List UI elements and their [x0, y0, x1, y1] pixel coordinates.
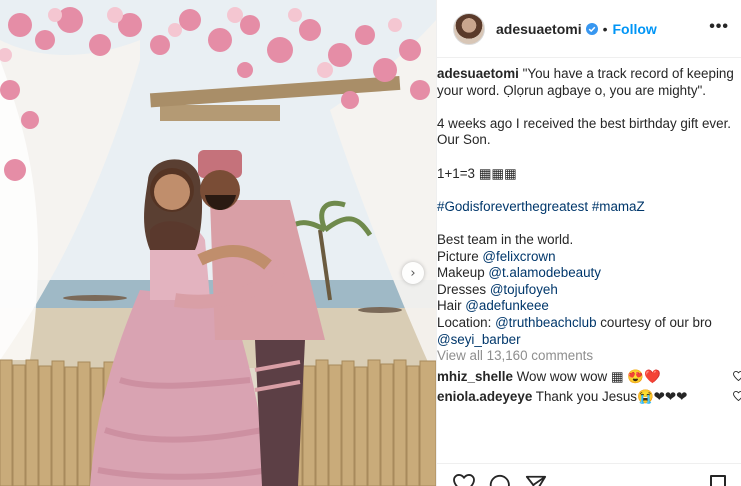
credit-label: Location:	[437, 314, 496, 330]
post-caption: adesuaetomi "You have a track record of …	[437, 58, 741, 406]
credit-label: Hair	[437, 298, 466, 314]
post-header: adesuaetomi • Follow •••	[437, 0, 741, 58]
caption-line-3: 1+1=3 ▦▦▦	[437, 165, 517, 181]
credit-label: Dresses	[437, 281, 490, 297]
credit-label: Picture	[437, 248, 483, 264]
comment-icon[interactable]	[489, 474, 511, 486]
more-options-icon[interactable]: •••	[709, 18, 729, 36]
comment-username[interactable]: eniola.adeyeye	[437, 389, 532, 404]
view-all-comments-link[interactable]: View all 13,160 comments	[437, 348, 741, 365]
avatar[interactable]	[453, 12, 485, 45]
mention-link[interactable]: @tojufoyeh	[490, 282, 558, 297]
credit-suffix: courtesy of our bro	[596, 314, 712, 330]
header-username[interactable]: adesuaetomi	[496, 21, 582, 37]
caption-line-2: 4 weeks ago I received the best birthday…	[437, 115, 732, 148]
post-actions-bar	[437, 463, 741, 486]
carousel-next-button[interactable]: ›	[402, 262, 424, 284]
credit-line: Picture @felixcrown	[437, 249, 741, 266]
credit-line: Location: @truthbeachclub courtesy of ou…	[437, 315, 741, 332]
comment-text: Wow wow wow ▦ 😍❤️	[516, 368, 661, 384]
credit-line: Dresses @tojufoyeh	[437, 282, 741, 299]
chevron-right-icon: ›	[410, 265, 416, 281]
caption-username[interactable]: adesuaetomi	[437, 66, 519, 81]
verified-badge-icon	[585, 22, 598, 35]
mention-link[interactable]: @adefunkeee	[465, 298, 549, 313]
mention-link[interactable]: @t.alamodebeauty	[488, 265, 601, 280]
mention-link[interactable]: @felixcrown	[482, 249, 555, 264]
comment-username[interactable]: mhiz_shelle	[437, 369, 513, 384]
credit-line: Makeup @t.alamodebeauty	[437, 265, 741, 282]
comment-row: eniola.adeyeye Thank you Jesus😭❤❤❤	[437, 389, 741, 406]
comment-row: mhiz_shelle Wow wow wow ▦ 😍❤️	[437, 369, 741, 386]
hashtag-link[interactable]: #mamaZ	[592, 199, 645, 214]
heart-icon[interactable]	[733, 370, 741, 387]
separator-dot: •	[602, 20, 608, 37]
caption-hashtags: #Godisforeverthegreatest #mamaZ	[437, 199, 741, 216]
credit-line: @seyi_barber	[437, 332, 741, 349]
bookmark-icon[interactable]	[709, 474, 727, 486]
heart-icon[interactable]	[733, 390, 741, 407]
credit-line: Hair @adefunkeee	[437, 298, 741, 315]
share-icon[interactable]	[525, 474, 547, 486]
post-details-panel: adesuaetomi • Follow ••• adesuaetomi "Yo…	[436, 0, 741, 486]
post-photo[interactable]: ›	[0, 0, 436, 486]
comment-text: Thank you Jesus😭❤❤❤	[535, 389, 688, 405]
caption-line-1: adesuaetomi "You have a track record of …	[437, 66, 741, 99]
caption-line-4: Best team in the world.	[437, 231, 574, 247]
heart-icon[interactable]	[453, 473, 475, 486]
follow-button[interactable]: Follow	[613, 21, 657, 37]
credit-label: Makeup	[437, 265, 489, 281]
mention-link[interactable]: @seyi_barber	[437, 332, 521, 347]
photo-illustration	[0, 0, 436, 486]
hashtag-link[interactable]: #Godisforeverthegreatest	[437, 199, 588, 214]
mention-link[interactable]: @truthbeachclub	[495, 315, 596, 330]
